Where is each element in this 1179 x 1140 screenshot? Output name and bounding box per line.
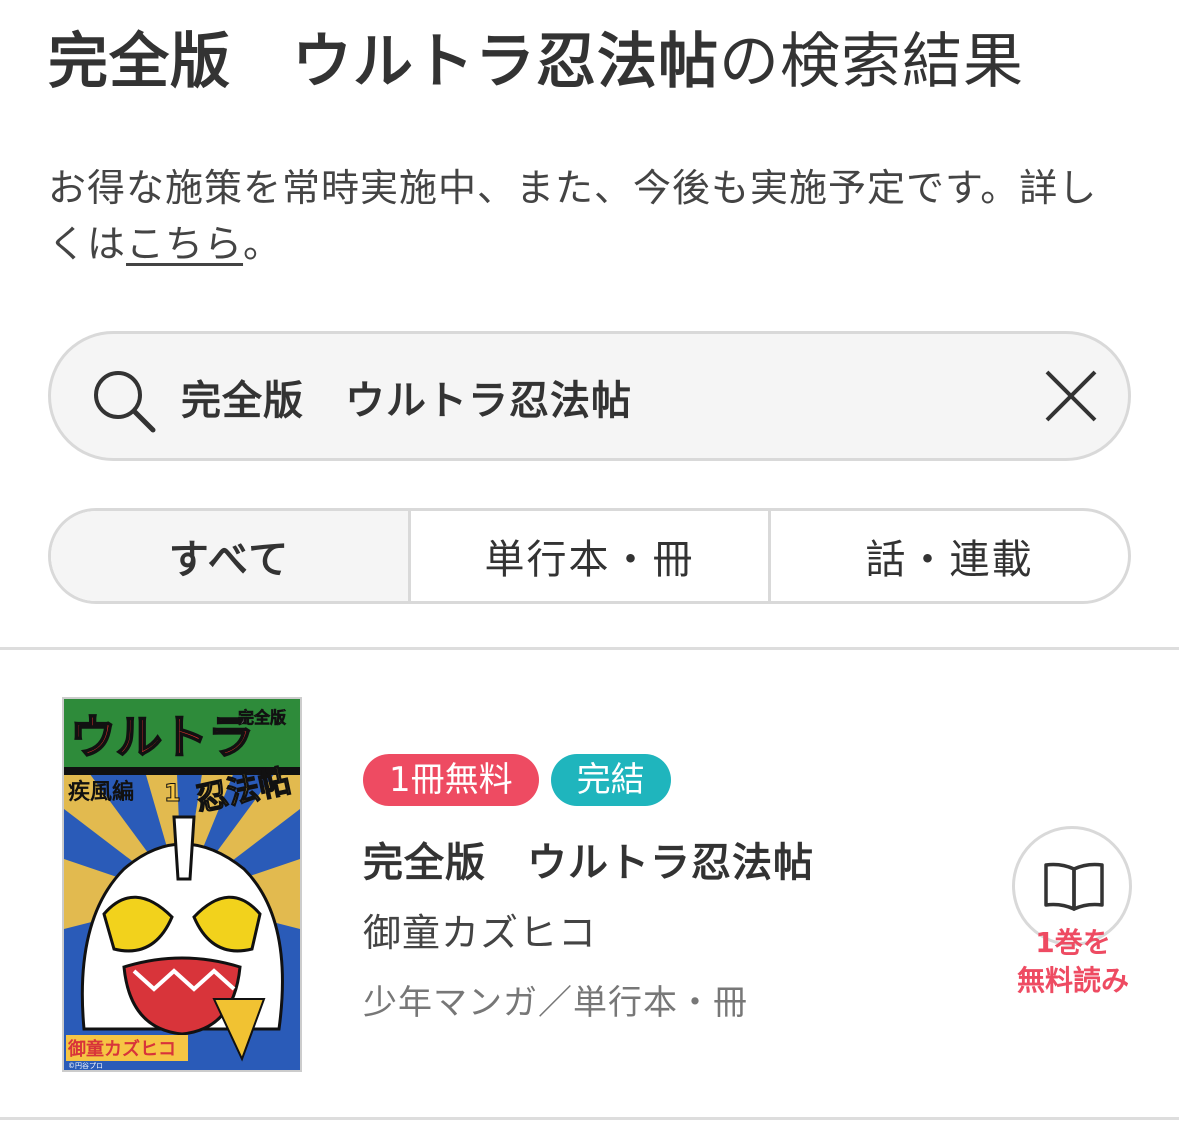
close-icon[interactable] <box>1041 366 1101 426</box>
search-result-suffix: の検索結果 <box>719 27 1024 97</box>
open-book-icon <box>1044 862 1104 911</box>
campaign-notice: お得な施策を常時実施中、また、今後も実施予定です。詳しくはこちら。 <box>48 160 1133 272</box>
tab-all[interactable]: すべて <box>51 511 411 601</box>
complete-badge: 完結 <box>550 754 671 806</box>
free-badge: 1冊無料 <box>363 754 539 806</box>
free-read-label[interactable]: 1巻を 無料読み <box>1000 924 1146 1000</box>
tab-episodes[interactable]: 話・連載 <box>771 511 1128 601</box>
search-input[interactable] <box>181 364 1001 430</box>
divider <box>0 1117 1179 1120</box>
book-category: 少年マンガ／単行本・冊 <box>363 983 748 1023</box>
page-title: 完全版 ウルトラ忍法帖の検索結果 <box>48 22 1024 102</box>
search-bar <box>48 331 1131 461</box>
divider <box>0 647 1179 650</box>
notice-link[interactable]: こちら <box>126 222 243 266</box>
book-author[interactable]: 御童カズヒコ <box>363 902 597 957</box>
search-icon <box>94 371 156 433</box>
book-cover[interactable]: ウルトラ 完全版 疾風編 1 忍法帖 御童カズヒコ ©円谷プロ <box>62 697 302 1072</box>
cover-edition: 完全版 <box>238 708 286 727</box>
cover-volume: 1 <box>164 779 181 807</box>
filter-tabs: すべて 単行本・冊 話・連載 <box>48 508 1131 604</box>
cover-author-mark: 御童カズヒコ <box>67 1038 176 1060</box>
free-read-label-line1: 1巻を <box>1035 926 1111 959</box>
free-read-label-line2: 無料読み <box>1016 964 1129 997</box>
book-title[interactable]: 完全版 ウルトラ忍法帖 <box>363 830 814 888</box>
cover-copyright: ©円谷プロ <box>68 1061 103 1070</box>
search-query-title: 完全版 ウルトラ忍法帖 <box>48 27 719 97</box>
badge-row: 1冊無料 完結 <box>363 754 671 806</box>
cover-logo: ウルトラ <box>70 710 254 764</box>
notice-end: 。 <box>243 222 283 266</box>
cover-subtitle: 疾風編 <box>68 779 134 805</box>
tab-volumes[interactable]: 単行本・冊 <box>411 511 771 601</box>
